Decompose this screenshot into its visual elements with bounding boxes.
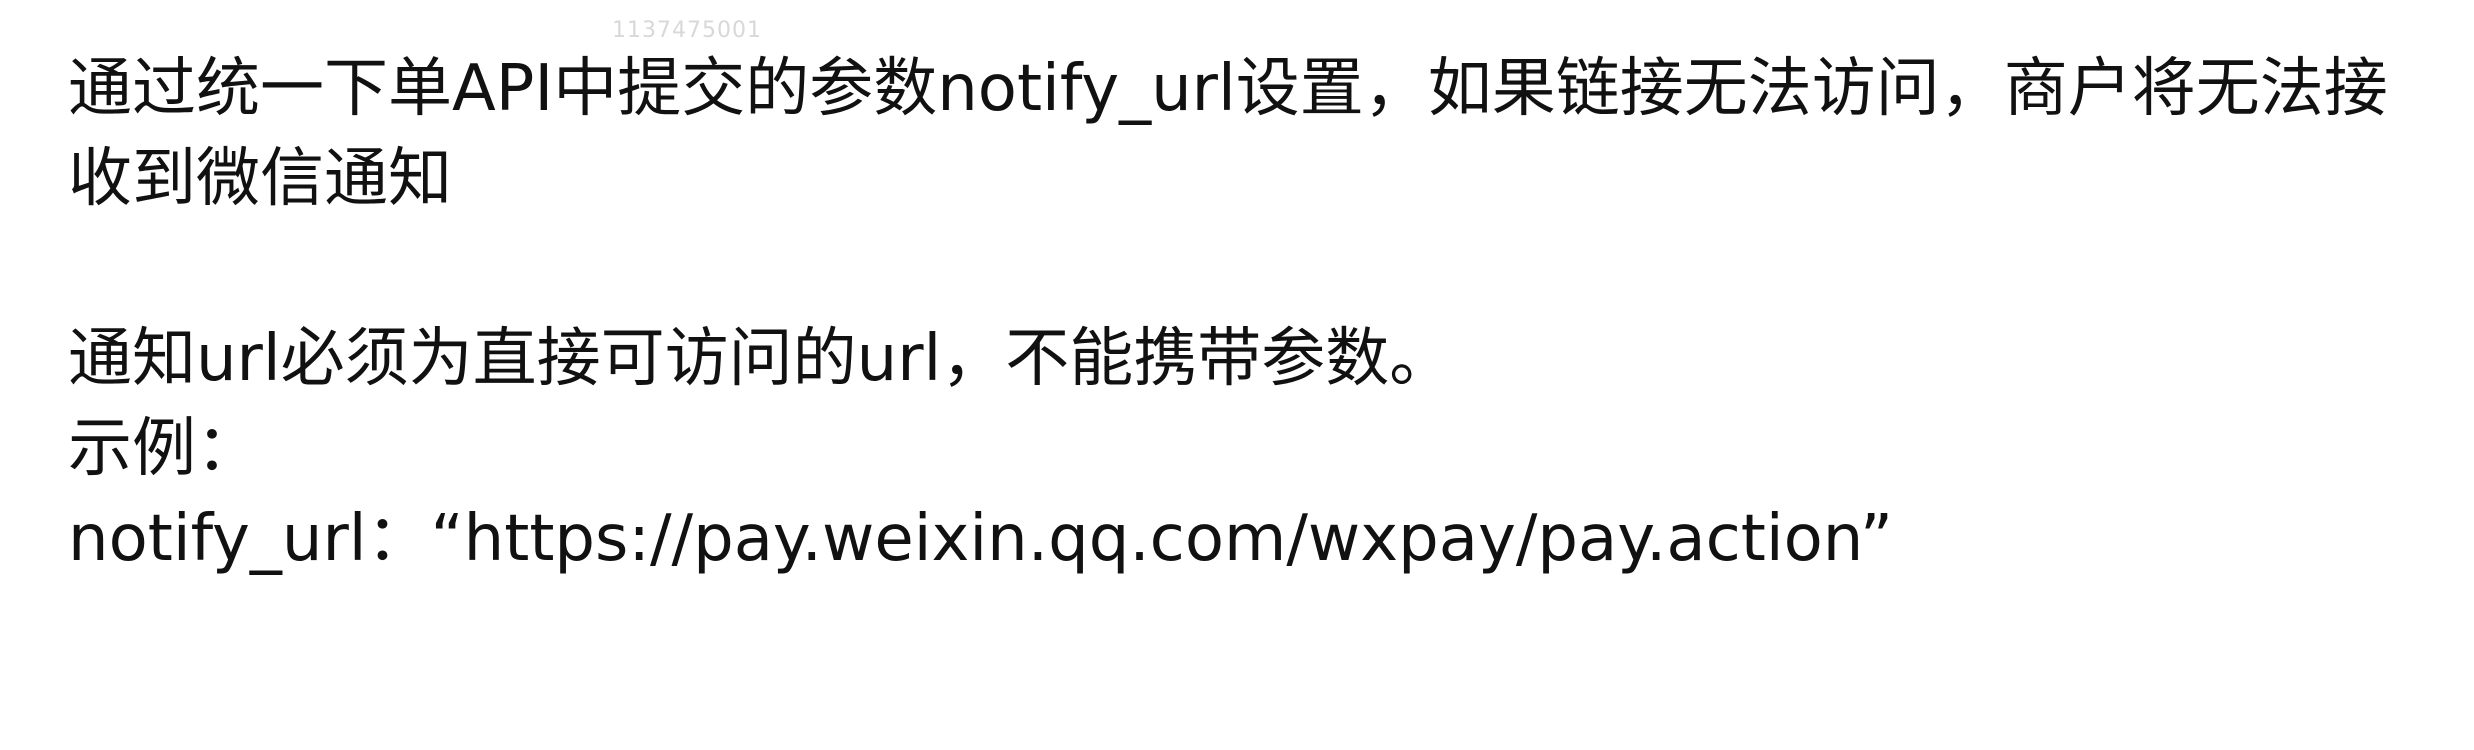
document-body: 通过统一下单API中提交的参数notify_url设置，如果链接无法访问，商户将… xyxy=(68,44,2448,584)
example-notify-url: notify_url：“https://pay.weixin.qq.com/wx… xyxy=(68,502,1894,576)
notify-url-description: 通过统一下单API中提交的参数notify_url设置，如果链接无法访问，商户将… xyxy=(68,52,2388,216)
example-label: 示例： xyxy=(68,412,260,486)
notify-url-requirement: 通知url必须为直接可访问的url，不能携带参数。 xyxy=(68,322,1454,396)
watermark: 1137475001 xyxy=(612,18,762,43)
